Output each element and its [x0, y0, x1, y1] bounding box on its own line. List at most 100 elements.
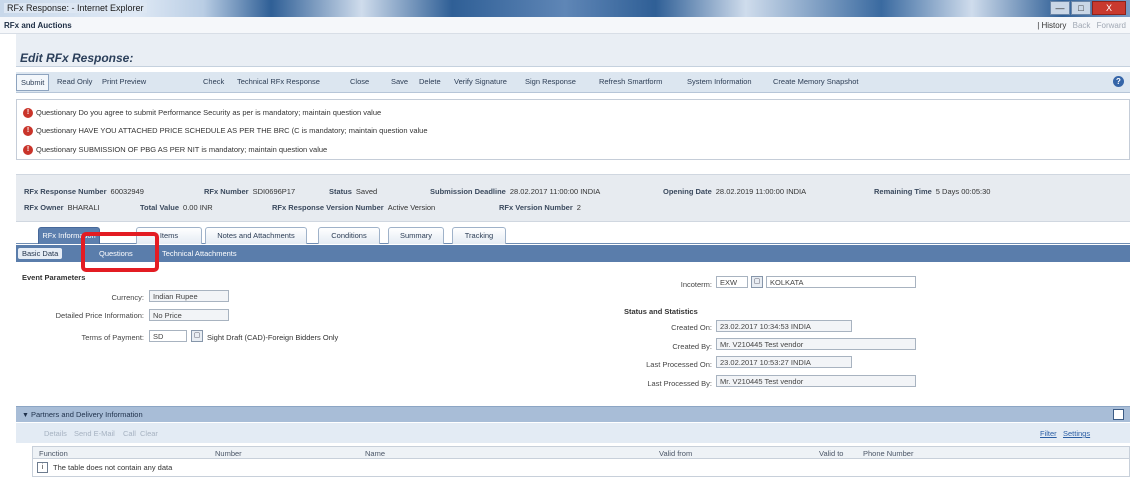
incoterm-location-field[interactable]: KOLKATA [766, 276, 916, 288]
maximize-button[interactable]: □ [1071, 1, 1091, 15]
forward-link[interactable]: Forward [1097, 21, 1126, 30]
help-icon[interactable]: ? [1113, 76, 1124, 87]
opening-date: Opening Date 28.02.2019 11:00:00 INDIA [663, 187, 806, 196]
partners-title-text: Partners and Delivery Information [30, 410, 143, 419]
create-memory-snapshot-button[interactable]: Create Memory Snapshot [773, 77, 858, 86]
page-title: Edit RFx Response: [20, 51, 134, 65]
rfx-owner-label: RFx Owner [24, 203, 64, 212]
send-email-button[interactable]: Send E-Mail [74, 429, 115, 438]
column-header-valid-from[interactable]: Valid from [659, 449, 692, 458]
window-titlebar: RFx Response: - Internet Explorer — □ X [0, 0, 1130, 17]
rfx-number-value: SDI0696P17 [252, 187, 296, 196]
message-area: ! Questionary Do you agree to submit Perf… [16, 99, 1130, 160]
price-info-field[interactable]: No Price [149, 309, 229, 321]
submit-button[interactable]: Submit [16, 74, 50, 91]
terms-of-payment-field[interactable]: SD [149, 330, 187, 342]
technical-rfx-response-button[interactable]: Technical RFx Response [237, 77, 320, 86]
status-value: Saved [355, 187, 378, 196]
table-empty-message: The table does not contain any data [53, 463, 173, 472]
system-information-button[interactable]: System Information [687, 77, 752, 86]
tab-conditions[interactable]: Conditions [318, 227, 380, 244]
total-value: Total Value 0.00 INR [140, 203, 213, 212]
refresh-smartform-button[interactable]: Refresh Smartform [599, 77, 662, 86]
last-processed-on-label: Last Processed On: [646, 360, 712, 369]
remaining-time-label: Remaining Time [874, 187, 932, 196]
filter-link[interactable]: Filter [1040, 429, 1057, 438]
currency-field[interactable]: Indian Rupee [149, 290, 229, 302]
check-button[interactable]: Check [203, 77, 224, 86]
rfx-version-value: 2 [576, 203, 581, 212]
created-on-label: Created On: [671, 323, 712, 332]
history-nav: | History Back Forward [1037, 21, 1126, 30]
subtab-technical-attachments[interactable]: Technical Attachments [158, 248, 241, 259]
currency-label: Currency: [111, 293, 144, 302]
last-processed-on-field: 23.02.2017 10:53:27 INDIA [716, 356, 852, 368]
error-message[interactable]: ! Questionary SUBMISSION OF PBG AS PER NI… [23, 145, 327, 156]
submission-deadline: Submission Deadline 28.02.2017 11:00:00 I… [430, 187, 600, 196]
terms-of-payment-label: Terms of Payment: [81, 333, 144, 342]
price-info-label: Detailed Price Information: [55, 311, 144, 320]
rfx-owner: RFx Owner BHARALI [24, 203, 100, 212]
response-version: RFx Response Version Number Active Versio… [272, 203, 435, 212]
terms-of-payment-text: Sight Draft (CAD)-Foreign Bidders Only [207, 333, 339, 342]
opening-date-value: 28.02.2019 11:00:00 INDIA [715, 187, 807, 196]
value-help-icon[interactable]: ▢ [191, 330, 203, 342]
response-version-label: RFx Response Version Number [272, 203, 384, 212]
submission-deadline-value: 28.02.2017 11:00:00 INDIA [509, 187, 601, 196]
remaining-time: Remaining Time 5 Days 00:05:30 [874, 187, 990, 196]
sign-response-button[interactable]: Sign Response [525, 77, 576, 86]
last-processed-by-label: Last Processed By: [647, 379, 712, 388]
partners-section-header[interactable]: ▼ Partners and Delivery Information [16, 406, 1130, 422]
error-message-text: Questionary HAVE YOU ATTACHED PRICE SCHE… [36, 126, 428, 135]
tab-tracking[interactable]: Tracking [452, 227, 506, 244]
rfx-response-number-value: 60032949 [110, 187, 144, 196]
minimize-button[interactable]: — [1050, 1, 1070, 15]
column-header-function[interactable]: Function [39, 449, 68, 458]
clear-button[interactable]: Clear [140, 429, 158, 438]
print-preview-button[interactable]: Print Preview [102, 77, 146, 86]
status-label: Status [329, 187, 352, 196]
settings-link[interactable]: Settings [1063, 429, 1090, 438]
delete-button[interactable]: Delete [419, 77, 441, 86]
submission-deadline-label: Submission Deadline [430, 187, 506, 196]
window-title: RFx Response: - Internet Explorer [4, 3, 147, 13]
total-value-label: Total Value [140, 203, 180, 212]
value-help-icon[interactable]: ▢ [751, 276, 763, 288]
history-link[interactable]: | History [1037, 21, 1066, 30]
verify-signature-button[interactable]: Verify Signature [454, 77, 507, 86]
rfx-version: RFx Version Number 2 [499, 203, 581, 212]
error-icon: ! [23, 145, 33, 156]
column-header-phone-number[interactable]: Phone Number [863, 449, 913, 458]
column-header-number[interactable]: Number [215, 449, 242, 458]
total-value-value: 0.00 INR [183, 203, 213, 212]
maximize-section-icon[interactable] [1113, 409, 1124, 420]
opening-date-label: Opening Date [663, 187, 712, 196]
rfx-response-number-label: RFx Response Number [24, 187, 107, 196]
collapse-triangle-icon: ▼ [22, 412, 29, 419]
incoterm-label: Incoterm: [680, 280, 712, 289]
back-link[interactable]: Back [1073, 21, 1091, 30]
error-icon: ! [23, 126, 33, 137]
sub-tabs: Basic Data Questions Technical Attachmen… [16, 245, 1130, 262]
error-message[interactable]: ! Questionary HAVE YOU ATTACHED PRICE SCH… [23, 126, 428, 137]
tab-notes-and-attachments[interactable]: Notes and Attachments [205, 227, 307, 244]
error-message[interactable]: ! Questionary Do you agree to submit Perf… [23, 108, 382, 119]
call-button[interactable]: Call [123, 429, 136, 438]
column-header-valid-to[interactable]: Valid to [819, 449, 843, 458]
status-statistics-title: Status and Statistics [624, 307, 698, 316]
column-header-name[interactable]: Name [365, 449, 385, 458]
error-message-text: Questionary Do you agree to submit Perfo… [36, 108, 382, 117]
save-button[interactable]: Save [391, 77, 408, 86]
subtab-basic-data[interactable]: Basic Data [18, 248, 63, 259]
close-button[interactable]: Close [350, 77, 369, 86]
app-header: RFx and Auctions | History Back Forward [0, 17, 1130, 34]
rfx-response-number: RFx Response Number 60032949 [24, 187, 144, 196]
read-only-button[interactable]: Read Only [57, 77, 92, 86]
close-window-button[interactable]: X [1092, 1, 1126, 15]
rfx-version-label: RFx Version Number [499, 203, 573, 212]
tab-summary[interactable]: Summary [388, 227, 444, 244]
incoterm-code-field[interactable]: EXW [716, 276, 748, 288]
status: Status Saved [329, 187, 377, 196]
error-icon: ! [23, 108, 33, 119]
details-button[interactable]: Details [44, 429, 67, 438]
